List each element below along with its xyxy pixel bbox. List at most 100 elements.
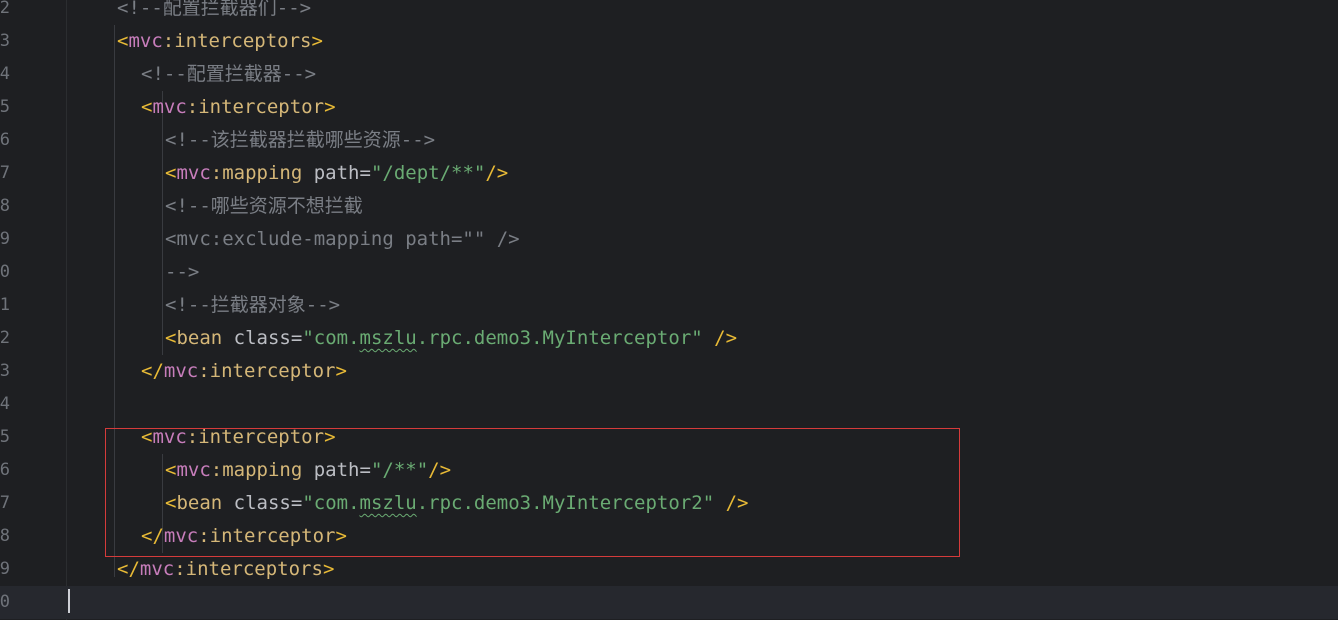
code-line[interactable]: 3 </mvc:interceptor> xyxy=(0,355,1338,388)
code-line[interactable]: 6 <mvc:mapping path="/**"/> xyxy=(0,454,1338,487)
line-number: 4 xyxy=(0,58,10,91)
line-code: <mvc:interceptor> xyxy=(141,421,336,454)
line-number: 6 xyxy=(0,124,10,157)
code-line[interactable]: 3 <mvc:interceptors> xyxy=(0,25,1338,58)
bracket-token: < xyxy=(165,327,177,349)
line-number: 7 xyxy=(0,157,10,190)
namespace-token: mvc xyxy=(152,96,187,118)
comment-token: <!--该拦截器拦截哪些资源--> xyxy=(165,129,436,151)
code-line[interactable]: 7 <mvc:mapping path="/dept/**"/> xyxy=(0,157,1338,190)
attribute-token: class xyxy=(222,327,291,349)
bracket-token: > xyxy=(322,558,335,580)
spellcheck-string-token: mszlu xyxy=(359,327,417,349)
tag-name-token: :interceptor xyxy=(198,360,336,382)
line-number: 2 xyxy=(0,0,10,25)
line-code: <!--配置拦截器们--> xyxy=(117,0,311,25)
line-number-text: 9 xyxy=(0,559,10,579)
string-token: "com. xyxy=(302,492,360,514)
line-number-text: 5 xyxy=(0,97,10,117)
equals-token: = xyxy=(290,492,303,514)
line-number: 0 xyxy=(0,256,10,289)
line-number-text: 2 xyxy=(0,328,10,348)
tag-name-token: :interceptors xyxy=(174,558,323,580)
namespace-token: mvc xyxy=(152,426,187,448)
line-number: 2 xyxy=(0,322,10,355)
bracket-token: < xyxy=(141,426,153,448)
line-number: 8 xyxy=(0,190,10,223)
code-editor[interactable]: 2 <!--配置拦截器们--> 3 <mvc:interceptors> 4 <!--配置… xyxy=(0,0,1338,620)
namespace-token: mvc xyxy=(128,30,163,52)
code-line[interactable]: 8 </mvc:interceptor> xyxy=(0,520,1338,553)
line-number-text: 6 xyxy=(0,130,10,150)
tag-name-token: bean xyxy=(176,492,223,514)
line-code: --> xyxy=(165,256,199,289)
line-code: <!--配置拦截器--> xyxy=(141,58,316,91)
comment-token: <mvc:exclude-mapping path="" /> xyxy=(165,228,520,250)
bracket-token: /> xyxy=(714,492,749,514)
line-number: 9 xyxy=(0,223,10,256)
attribute-token: class xyxy=(222,492,291,514)
line-code: <!--哪些资源不想拦截 xyxy=(165,190,363,223)
bracket-token: </ xyxy=(117,558,140,580)
line-code: <bean class="com.mszlu.rpc.demo3.MyInter… xyxy=(165,487,748,520)
line-code: <mvc:mapping path="/**"/> xyxy=(165,454,451,487)
line-number: 9 xyxy=(0,553,10,586)
line-number-text: 3 xyxy=(0,361,10,381)
code-line[interactable]: 9 <mvc:exclude-mapping path="" /> xyxy=(0,223,1338,256)
code-line[interactable]: 2 <bean class="com.mszlu.rpc.demo3.MyInte… xyxy=(0,322,1338,355)
code-line[interactable]: 5 <mvc:interceptor> xyxy=(0,91,1338,124)
bracket-token: > xyxy=(335,525,347,547)
string-token: .rpc.demo3.MyInterceptor" xyxy=(416,327,703,349)
namespace-token: mvc xyxy=(163,360,199,382)
line-number: 3 xyxy=(0,25,10,58)
string-token: .rpc.demo3.MyInterceptor2" xyxy=(416,492,715,514)
code-line[interactable]: 2 <!--配置拦截器们--> xyxy=(0,0,1338,25)
string-token: "com. xyxy=(302,327,360,349)
code-line[interactable]: 4 <!--配置拦截器--> xyxy=(0,58,1338,91)
line-number-text: 0 xyxy=(0,592,10,612)
code-line[interactable]: 5 <mvc:interceptor> xyxy=(0,421,1338,454)
line-number: 7 xyxy=(0,487,10,520)
current-code-line[interactable]: 0 xyxy=(0,586,1338,619)
code-line[interactable]: 7 <bean class="com.mszlu.rpc.demo3.MyInte… xyxy=(0,487,1338,520)
code-line[interactable]: 8 <!--哪些资源不想拦截 xyxy=(0,190,1338,223)
line-number: 0 xyxy=(0,586,10,619)
line-code: <mvc:interceptors> xyxy=(117,25,323,58)
line-code: </mvc:interceptor> xyxy=(141,355,347,388)
bracket-token: /> xyxy=(485,162,509,184)
text-caret xyxy=(68,589,70,613)
line-number-text: 4 xyxy=(0,394,10,414)
line-number-text: 4 xyxy=(0,64,10,84)
line-number: 5 xyxy=(0,91,10,124)
line-code: <mvc:exclude-mapping path="" /> xyxy=(165,223,520,256)
namespace-token: mvc xyxy=(139,558,175,580)
code-line[interactable]: 4 xyxy=(0,388,1338,421)
line-code: <bean class="com.mszlu.rpc.demo3.MyInter… xyxy=(165,322,737,355)
tag-name-token: :interceptors xyxy=(162,30,312,52)
attribute-token: path xyxy=(302,459,360,481)
namespace-token: mvc xyxy=(163,525,199,547)
line-number-text: 7 xyxy=(0,163,10,183)
bracket-token: </ xyxy=(141,360,164,382)
code-line[interactable]: 6 <!--该拦截器拦截哪些资源--> xyxy=(0,124,1338,157)
line-code: <mvc:mapping path="/dept/**"/> xyxy=(165,157,508,190)
line-number: 5 xyxy=(0,421,10,454)
bracket-token: > xyxy=(335,360,347,382)
bracket-token: /> xyxy=(428,459,452,481)
tag-name-token: :interceptor xyxy=(186,96,325,118)
tag-name-token: bean xyxy=(176,327,223,349)
line-code: <mvc:interceptor> xyxy=(141,91,336,124)
line-code: <!--该拦截器拦截哪些资源--> xyxy=(165,124,435,157)
bracket-token: < xyxy=(165,162,177,184)
line-number-text: 5 xyxy=(0,427,10,447)
bracket-token: < xyxy=(117,30,129,52)
code-line[interactable]: 0 --> xyxy=(0,256,1338,289)
code-line[interactable]: 9 </mvc:interceptors> xyxy=(0,553,1338,586)
comment-token: <!--配置拦截器们--> xyxy=(117,0,312,19)
bracket-token: > xyxy=(324,426,336,448)
line-number: 3 xyxy=(0,355,10,388)
line-number-text: 7 xyxy=(0,493,10,513)
code-line[interactable]: 1 <!--拦截器对象--> xyxy=(0,289,1338,322)
bracket-token: </ xyxy=(141,525,164,547)
line-number-text: 2 xyxy=(0,0,10,18)
